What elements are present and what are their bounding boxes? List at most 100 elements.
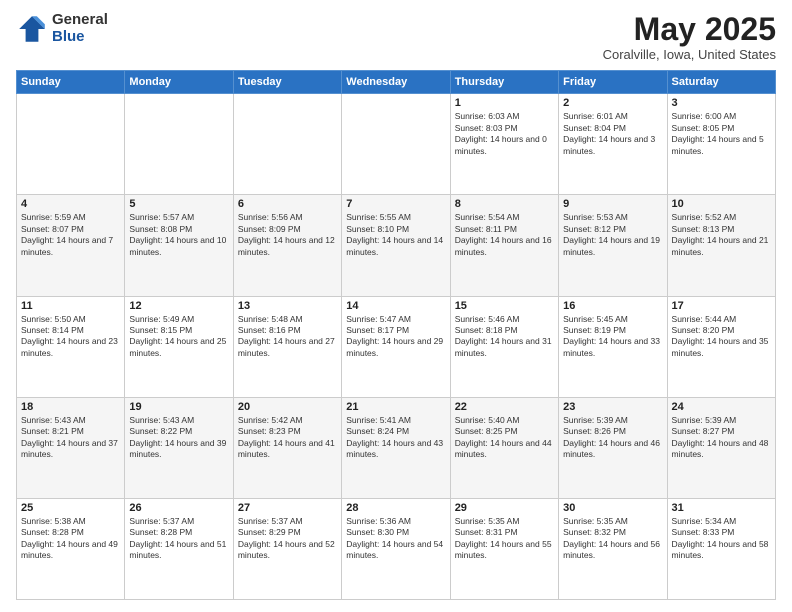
day-info: Sunrise: 5:52 AM Sunset: 8:13 PM Dayligh… (672, 212, 771, 258)
table-row: 1 Sunrise: 6:03 AM Sunset: 8:03 PM Dayli… (450, 94, 558, 195)
day-info: Sunrise: 5:40 AM Sunset: 8:25 PM Dayligh… (455, 415, 554, 461)
day-info: Sunrise: 5:35 AM Sunset: 8:32 PM Dayligh… (563, 516, 662, 562)
sunrise-text: Sunrise: 5:53 AM (563, 212, 628, 222)
sunset-text: Sunset: 8:33 PM (672, 527, 735, 537)
day-number: 9 (563, 198, 662, 210)
table-row: 31 Sunrise: 5:34 AM Sunset: 8:33 PM Dayl… (667, 498, 775, 599)
daylight-text: Daylight: 14 hours and 39 minutes. (129, 438, 226, 459)
table-row: 3 Sunrise: 6:00 AM Sunset: 8:05 PM Dayli… (667, 94, 775, 195)
sunset-text: Sunset: 8:28 PM (21, 527, 84, 537)
day-number: 3 (672, 97, 771, 109)
daylight-text: Daylight: 14 hours and 31 minutes. (455, 336, 552, 357)
sunset-text: Sunset: 8:05 PM (672, 123, 735, 133)
day-number: 10 (672, 198, 771, 210)
table-row: 8 Sunrise: 5:54 AM Sunset: 8:11 PM Dayli… (450, 195, 558, 296)
day-number: 11 (21, 300, 120, 312)
day-number: 22 (455, 401, 554, 413)
table-row: 17 Sunrise: 5:44 AM Sunset: 8:20 PM Dayl… (667, 296, 775, 397)
sunset-text: Sunset: 8:28 PM (129, 527, 192, 537)
daylight-text: Daylight: 14 hours and 33 minutes. (563, 336, 660, 357)
day-number: 27 (238, 502, 337, 514)
daylight-text: Daylight: 14 hours and 19 minutes. (563, 235, 660, 256)
col-saturday: Saturday (667, 71, 775, 94)
sunrise-text: Sunrise: 5:43 AM (129, 415, 194, 425)
day-info: Sunrise: 5:46 AM Sunset: 8:18 PM Dayligh… (455, 314, 554, 360)
sunrise-text: Sunrise: 5:43 AM (21, 415, 86, 425)
table-row: 24 Sunrise: 5:39 AM Sunset: 8:27 PM Dayl… (667, 397, 775, 498)
day-info: Sunrise: 5:45 AM Sunset: 8:19 PM Dayligh… (563, 314, 662, 360)
week-row-4: 18 Sunrise: 5:43 AM Sunset: 8:21 PM Dayl… (17, 397, 776, 498)
title-block: May 2025 Coralville, Iowa, United States (603, 12, 776, 62)
day-info: Sunrise: 6:01 AM Sunset: 8:04 PM Dayligh… (563, 111, 662, 157)
table-row: 26 Sunrise: 5:37 AM Sunset: 8:28 PM Dayl… (125, 498, 233, 599)
day-info: Sunrise: 5:37 AM Sunset: 8:29 PM Dayligh… (238, 516, 337, 562)
table-row: 29 Sunrise: 5:35 AM Sunset: 8:31 PM Dayl… (450, 498, 558, 599)
day-number: 4 (21, 198, 120, 210)
day-number: 28 (346, 502, 445, 514)
table-row: 11 Sunrise: 5:50 AM Sunset: 8:14 PM Dayl… (17, 296, 125, 397)
day-number: 25 (21, 502, 120, 514)
daylight-text: Daylight: 14 hours and 49 minutes. (21, 539, 118, 560)
sunrise-text: Sunrise: 5:41 AM (346, 415, 411, 425)
day-number: 13 (238, 300, 337, 312)
week-row-2: 4 Sunrise: 5:59 AM Sunset: 8:07 PM Dayli… (17, 195, 776, 296)
table-row: 27 Sunrise: 5:37 AM Sunset: 8:29 PM Dayl… (233, 498, 341, 599)
logo-icon (16, 13, 48, 45)
table-row: 23 Sunrise: 5:39 AM Sunset: 8:26 PM Dayl… (559, 397, 667, 498)
table-row (233, 94, 341, 195)
daylight-text: Daylight: 14 hours and 0 minutes. (455, 134, 547, 155)
sunset-text: Sunset: 8:11 PM (455, 224, 517, 234)
day-number: 14 (346, 300, 445, 312)
sunrise-text: Sunrise: 5:39 AM (563, 415, 628, 425)
calendar-table: Sunday Monday Tuesday Wednesday Thursday… (16, 70, 776, 600)
week-row-3: 11 Sunrise: 5:50 AM Sunset: 8:14 PM Dayl… (17, 296, 776, 397)
sunset-text: Sunset: 8:26 PM (563, 426, 626, 436)
sunrise-text: Sunrise: 5:48 AM (238, 314, 303, 324)
week-row-5: 25 Sunrise: 5:38 AM Sunset: 8:28 PM Dayl… (17, 498, 776, 599)
calendar-header-row: Sunday Monday Tuesday Wednesday Thursday… (17, 71, 776, 94)
page: General Blue May 2025 Coralville, Iowa, … (0, 0, 792, 612)
daylight-text: Daylight: 14 hours and 12 minutes. (238, 235, 335, 256)
daylight-text: Daylight: 14 hours and 37 minutes. (21, 438, 118, 459)
day-info: Sunrise: 6:03 AM Sunset: 8:03 PM Dayligh… (455, 111, 554, 157)
table-row: 22 Sunrise: 5:40 AM Sunset: 8:25 PM Dayl… (450, 397, 558, 498)
sunrise-text: Sunrise: 5:55 AM (346, 212, 411, 222)
table-row: 6 Sunrise: 5:56 AM Sunset: 8:09 PM Dayli… (233, 195, 341, 296)
table-row: 19 Sunrise: 5:43 AM Sunset: 8:22 PM Dayl… (125, 397, 233, 498)
table-row (17, 94, 125, 195)
day-number: 29 (455, 502, 554, 514)
header: General Blue May 2025 Coralville, Iowa, … (16, 12, 776, 62)
sunrise-text: Sunrise: 5:39 AM (672, 415, 737, 425)
sunset-text: Sunset: 8:21 PM (21, 426, 84, 436)
day-info: Sunrise: 5:54 AM Sunset: 8:11 PM Dayligh… (455, 212, 554, 258)
day-info: Sunrise: 5:53 AM Sunset: 8:12 PM Dayligh… (563, 212, 662, 258)
day-number: 17 (672, 300, 771, 312)
day-info: Sunrise: 5:47 AM Sunset: 8:17 PM Dayligh… (346, 314, 445, 360)
table-row: 28 Sunrise: 5:36 AM Sunset: 8:30 PM Dayl… (342, 498, 450, 599)
day-info: Sunrise: 5:38 AM Sunset: 8:28 PM Dayligh… (21, 516, 120, 562)
daylight-text: Daylight: 14 hours and 27 minutes. (238, 336, 335, 357)
daylight-text: Daylight: 14 hours and 41 minutes. (238, 438, 335, 459)
sunset-text: Sunset: 8:31 PM (455, 527, 518, 537)
table-row: 21 Sunrise: 5:41 AM Sunset: 8:24 PM Dayl… (342, 397, 450, 498)
table-row: 7 Sunrise: 5:55 AM Sunset: 8:10 PM Dayli… (342, 195, 450, 296)
day-info: Sunrise: 5:34 AM Sunset: 8:33 PM Dayligh… (672, 516, 771, 562)
logo: General Blue (16, 12, 108, 45)
sunrise-text: Sunrise: 5:46 AM (455, 314, 520, 324)
day-info: Sunrise: 6:00 AM Sunset: 8:05 PM Dayligh… (672, 111, 771, 157)
daylight-text: Daylight: 14 hours and 35 minutes. (672, 336, 769, 357)
daylight-text: Daylight: 14 hours and 16 minutes. (455, 235, 552, 256)
day-number: 20 (238, 401, 337, 413)
day-info: Sunrise: 5:55 AM Sunset: 8:10 PM Dayligh… (346, 212, 445, 258)
day-number: 30 (563, 502, 662, 514)
sunrise-text: Sunrise: 5:35 AM (563, 516, 628, 526)
sunset-text: Sunset: 8:10 PM (346, 224, 409, 234)
table-row: 18 Sunrise: 5:43 AM Sunset: 8:21 PM Dayl… (17, 397, 125, 498)
day-number: 23 (563, 401, 662, 413)
sunset-text: Sunset: 8:22 PM (129, 426, 192, 436)
sunrise-text: Sunrise: 6:00 AM (672, 111, 737, 121)
table-row: 4 Sunrise: 5:59 AM Sunset: 8:07 PM Dayli… (17, 195, 125, 296)
day-info: Sunrise: 5:37 AM Sunset: 8:28 PM Dayligh… (129, 516, 228, 562)
daylight-text: Daylight: 14 hours and 44 minutes. (455, 438, 552, 459)
table-row: 10 Sunrise: 5:52 AM Sunset: 8:13 PM Dayl… (667, 195, 775, 296)
